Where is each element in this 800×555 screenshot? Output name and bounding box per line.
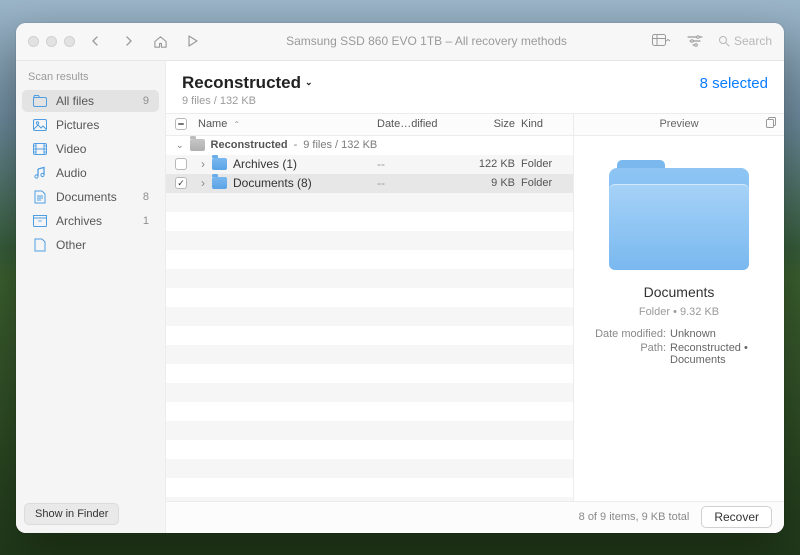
sidebar-item-audio[interactable]: Audio [22,162,159,184]
pictures-icon [32,117,48,133]
app-window: Samsung SSD 860 EVO 1TB – All recovery m… [16,23,784,533]
search-icon [718,35,730,47]
search-placeholder: Search [734,34,772,48]
row-kind: Folder [521,158,573,170]
archives-icon [32,213,48,229]
sidebar-item-label: Other [56,238,86,252]
play-icon[interactable] [181,30,203,52]
col-size[interactable]: Size [465,118,521,130]
preview-pane: Preview Documents Folder • 9.32 KB Date … [574,114,784,501]
column-headers: Name ⌃ Date…dified Size Kind [166,114,573,136]
sidebar-item-label: Pictures [56,118,99,132]
main-pane: Reconstructed ⌄ 9 files / 132 KB 8 selec… [166,61,784,533]
sidebar-item-video[interactable]: Video [22,138,159,160]
audio-icon [32,165,48,181]
page-title[interactable]: Reconstructed ⌄ [182,73,313,93]
file-list: Name ⌃ Date…dified Size Kind ⌄ Reconstru… [166,114,574,501]
page-subtitle: 9 files / 132 KB [182,95,313,107]
row-name: Documents (8) [233,176,312,190]
table-row[interactable]: › Archives (1) -- 122 KB Folder [166,155,573,174]
copy-icon[interactable] [766,117,778,132]
sidebar-item-count: 8 [143,191,149,203]
titlebar: Samsung SSD 860 EVO 1TB – All recovery m… [16,23,784,61]
show-in-finder-button[interactable]: Show in Finder [24,503,119,525]
table-row[interactable]: ✓ › Documents (8) -- 9 KB Folder [166,174,573,193]
row-date: -- [377,176,465,190]
sidebar-item-label: Audio [56,166,87,180]
row-size: 9 KB [465,177,521,189]
sort-asc-icon: ⌃ [233,120,240,129]
folder-icon [212,177,227,189]
preview-path-label: Path: [586,342,666,366]
preview-path-value: Reconstructed • Documents [670,342,772,366]
footer: 8 of 9 items, 9 KB total Recover [166,501,784,533]
preview-date-label: Date modified: [586,328,666,340]
minimize-dot[interactable] [46,36,57,47]
selection-count: 8 selected [700,73,768,92]
row-kind: Folder [521,177,573,189]
folder-large-icon [609,160,749,270]
recover-button[interactable]: Recover [701,506,772,528]
back-button[interactable] [85,30,107,52]
preview-name: Documents [644,284,715,300]
sidebar-item-archives[interactable]: Archives 1 [22,210,159,232]
sidebar-item-label: Archives [56,214,102,228]
sidebar-item-other[interactable]: Other [22,234,159,256]
folder-icon [212,158,227,170]
chevron-down-icon: ⌄ [176,140,184,151]
row-name: Archives (1) [233,157,297,171]
view-mode-button[interactable] [650,30,672,52]
col-kind[interactable]: Kind [521,118,573,130]
header-checkbox[interactable] [166,118,196,130]
preview-date-value: Unknown [670,328,716,340]
sidebar: Scan results All files 9 Pictures Video … [16,61,166,533]
row-date: -- [377,157,465,171]
col-name[interactable]: Name ⌃ [196,118,377,130]
forward-button[interactable] [117,30,139,52]
chevron-right-icon[interactable]: › [196,176,210,190]
sidebar-item-all-files[interactable]: All files 9 [22,90,159,112]
sidebar-item-count: 1 [143,215,149,227]
sidebar-item-count: 9 [143,95,149,107]
sidebar-item-label: Documents [56,190,117,204]
chevron-right-icon[interactable]: › [196,157,210,171]
documents-icon [32,189,48,205]
close-dot[interactable] [28,36,39,47]
sidebar-header: Scan results [16,61,165,89]
filter-icon[interactable] [684,30,706,52]
folder-grey-icon [190,139,205,151]
row-checkbox[interactable]: ✓ [175,177,187,189]
sidebar-item-documents[interactable]: Documents 8 [22,186,159,208]
home-icon[interactable] [149,30,171,52]
sidebar-item-label: All files [56,94,94,108]
chevron-down-icon: ⌄ [305,77,313,88]
sidebar-item-pictures[interactable]: Pictures [22,114,159,136]
window-title: Samsung SSD 860 EVO 1TB – All recovery m… [213,34,640,48]
zoom-dot[interactable] [64,36,75,47]
video-icon [32,141,48,157]
col-date[interactable]: Date…dified [377,118,465,130]
preview-type-size: Folder • 9.32 KB [639,306,719,318]
row-checkbox[interactable] [175,158,187,170]
window-controls [28,36,75,47]
footer-summary: 8 of 9 items, 9 KB total [579,511,690,523]
sidebar-item-label: Video [56,142,86,156]
group-row[interactable]: ⌄ Reconstructed - 9 files / 132 KB [166,136,573,155]
allfiles-icon [32,93,48,109]
other-icon [32,237,48,253]
search-field[interactable]: Search [718,34,772,48]
row-size: 122 KB [465,158,521,170]
preview-header: Preview [659,118,698,130]
